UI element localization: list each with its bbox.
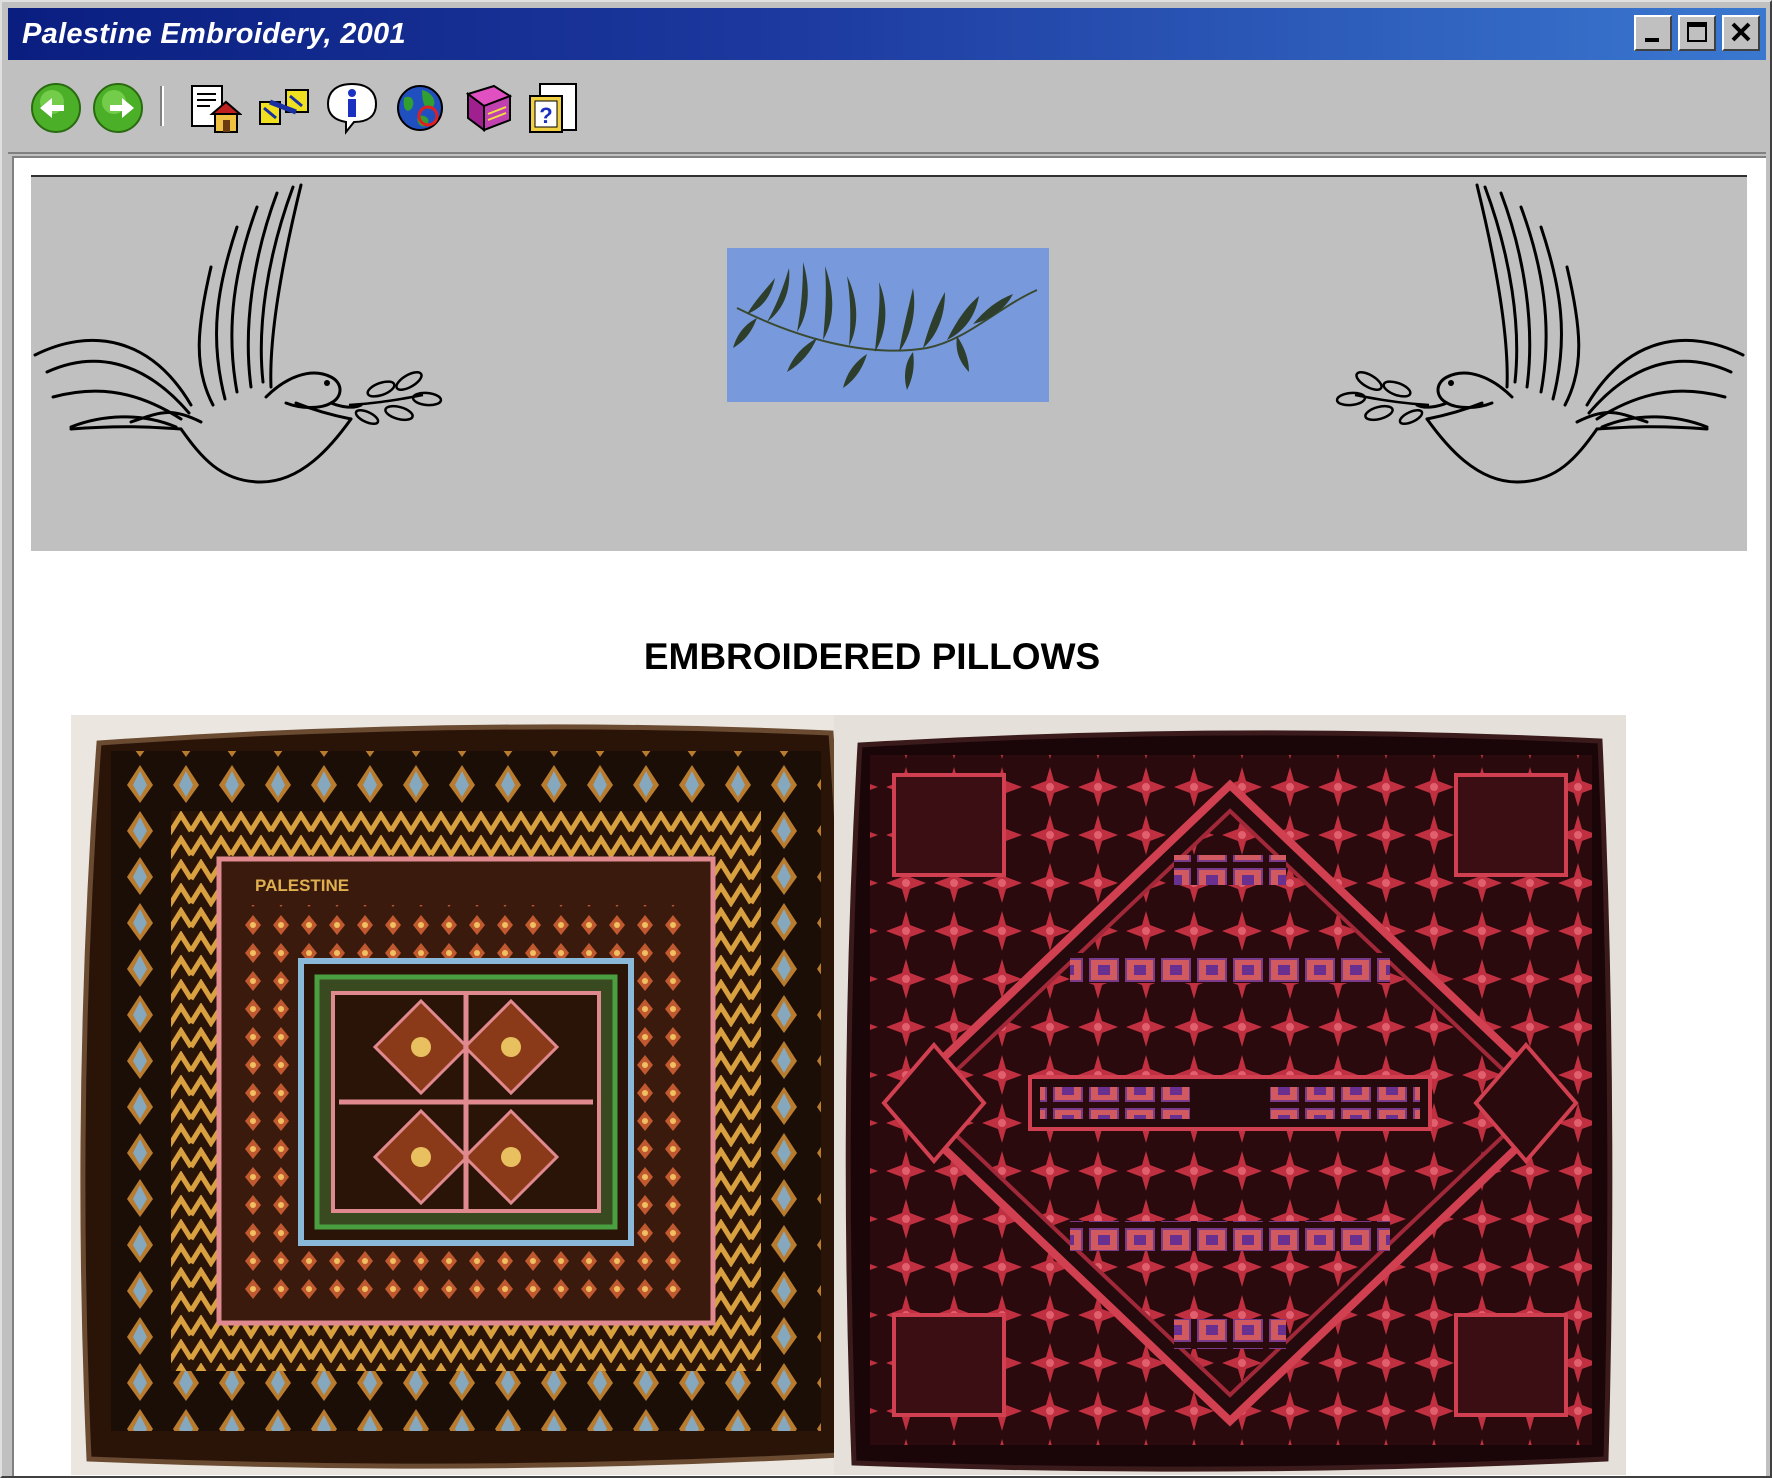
back-icon[interactable] — [28, 80, 84, 136]
dove-right-image — [1335, 183, 1745, 484]
window-title: Palestine Embroidery, 2001 — [22, 18, 406, 50]
forward-icon[interactable] — [90, 80, 146, 136]
page-heading: EMBROIDERED PILLOWS — [643, 636, 1101, 677]
info-icon[interactable] — [324, 80, 380, 136]
help-icon[interactable]: ? — [526, 80, 582, 136]
header-banner — [31, 175, 1747, 551]
maximize-icon — [1687, 22, 1707, 42]
home-page-icon[interactable] — [186, 80, 242, 136]
maximize-button[interactable] — [1678, 15, 1716, 51]
toolbar-separator — [160, 86, 164, 126]
dove-left-image — [33, 183, 443, 484]
book-icon[interactable] — [460, 80, 516, 136]
olive-branch-photo — [727, 248, 1049, 402]
title-bar[interactable]: Palestine Embroidery, 2001 — [8, 8, 1766, 60]
browser-window: Palestine Embroidery, 2001 ? EMBROIDERED… — [0, 0, 1772, 1478]
toolbar: ? — [8, 62, 1766, 154]
close-button[interactable] — [1722, 15, 1760, 51]
page-content: EMBROIDERED PILLOWS PALESTINE — [12, 156, 1766, 1476]
pillow-photo-right — [834, 715, 1626, 1475]
globe-icon[interactable] — [392, 80, 448, 136]
close-icon — [1731, 22, 1751, 42]
links-icon[interactable] — [256, 80, 312, 136]
svg-text:PALESTINE: PALESTINE — [255, 876, 349, 895]
pillow-photo-left: PALESTINE — [71, 715, 863, 1475]
minimize-button[interactable] — [1634, 15, 1672, 51]
svg-text:?: ? — [539, 103, 552, 128]
minimize-icon — [1645, 38, 1659, 42]
